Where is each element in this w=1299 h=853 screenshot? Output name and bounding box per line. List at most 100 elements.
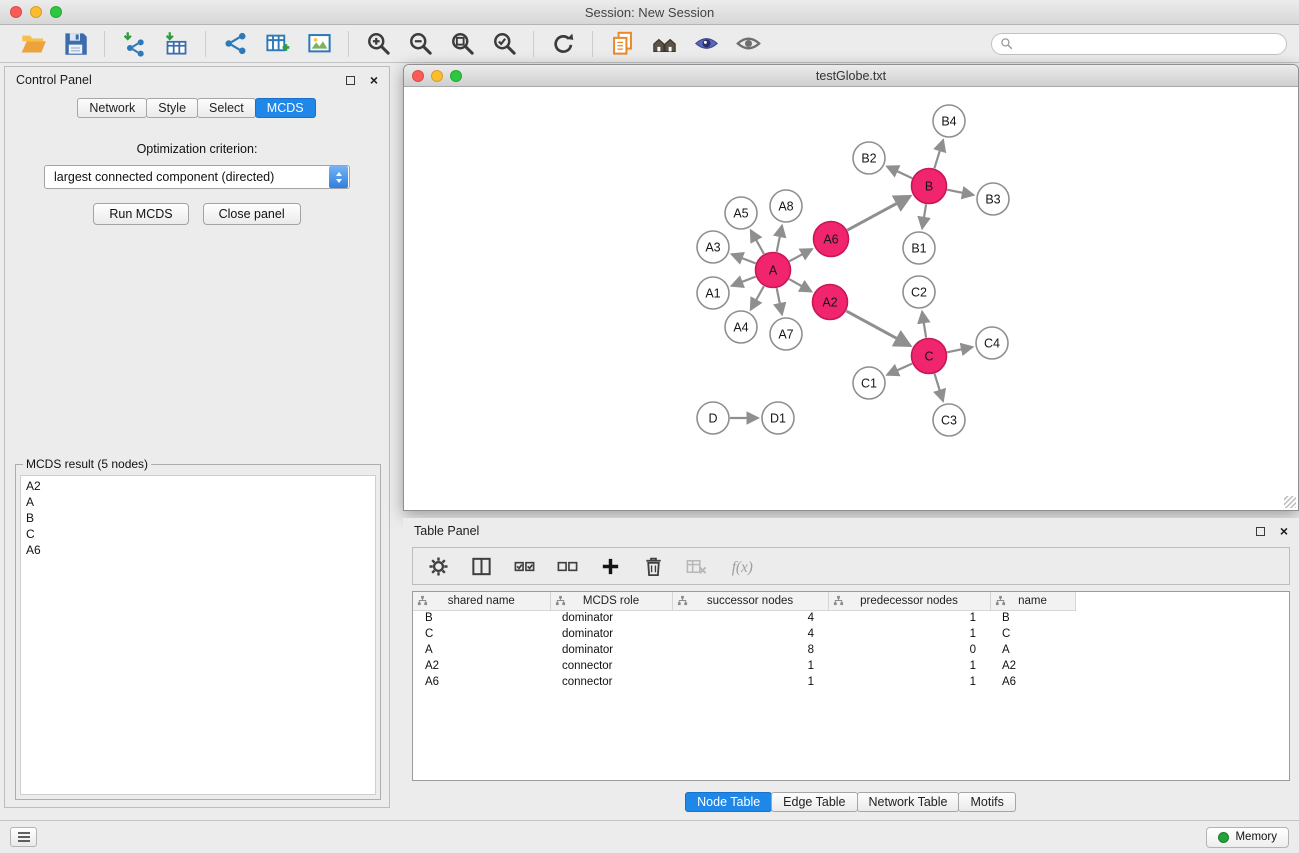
edge-A-A8[interactable] — [777, 226, 782, 252]
node-B3[interactable]: B3 — [977, 183, 1009, 215]
edge-B-B3[interactable] — [947, 190, 973, 195]
column-header-predecessor-nodes[interactable]: predecessor nodes — [828, 592, 990, 610]
node-B4[interactable]: B4 — [933, 105, 965, 137]
zoom-in-button[interactable] — [357, 28, 399, 60]
edge-B-B2[interactable] — [887, 167, 912, 179]
edge-A-A1[interactable] — [732, 277, 756, 286]
search-box[interactable] — [991, 33, 1287, 55]
node-C4[interactable]: C4 — [976, 327, 1008, 359]
zoom-fit-button[interactable] — [441, 28, 483, 60]
edge-A-A6[interactable] — [789, 249, 812, 261]
edge-A-A2[interactable] — [789, 279, 811, 291]
close-window-button[interactable] — [10, 6, 22, 18]
apply-style-button[interactable] — [685, 28, 727, 60]
close-panel-icon[interactable]: × — [370, 75, 378, 85]
refresh-network-button[interactable] — [542, 28, 584, 60]
zoom-window-button[interactable] — [50, 6, 62, 18]
column-header-shared-name[interactable]: shared name — [413, 592, 550, 610]
node-C1[interactable]: C1 — [853, 367, 885, 399]
optimization-criterion-select[interactable]: largest connected component (directed) — [44, 165, 350, 189]
column-header-mcds-role[interactable]: MCDS role — [550, 592, 672, 610]
node-A5[interactable]: A5 — [725, 197, 757, 229]
minimize-network-window-button[interactable] — [431, 70, 443, 82]
tab-network-table[interactable]: Network Table — [857, 792, 960, 812]
minimize-window-button[interactable] — [30, 6, 42, 18]
delete-row-button[interactable] — [640, 552, 666, 580]
add-row-button[interactable] — [597, 552, 623, 580]
tab-mcds[interactable]: MCDS — [255, 98, 316, 118]
export-image-button[interactable] — [298, 28, 340, 60]
close-panel-button[interactable]: Close panel — [203, 203, 301, 225]
tab-edge-table[interactable]: Edge Table — [771, 792, 857, 812]
float-table-panel-icon[interactable] — [1256, 527, 1265, 536]
node-A8[interactable]: A8 — [770, 190, 802, 222]
edge-B-B4[interactable] — [934, 140, 943, 168]
node-A2[interactable]: A2 — [813, 285, 848, 320]
save-session-button[interactable] — [54, 28, 96, 60]
node-D[interactable]: D — [697, 402, 729, 434]
column-header-name[interactable]: name — [990, 592, 1075, 610]
edge-A2-C[interactable] — [846, 311, 910, 346]
table-row[interactable]: Adominator80A — [413, 642, 1075, 658]
edge-A6-B[interactable] — [847, 196, 910, 230]
tab-network[interactable]: Network — [77, 98, 147, 118]
tab-style[interactable]: Style — [146, 98, 198, 118]
memory-button[interactable]: Memory — [1206, 827, 1289, 848]
new-network-button[interactable] — [214, 28, 256, 60]
table-row[interactable]: Cdominator41C — [413, 626, 1075, 642]
zoom-selected-button[interactable] — [483, 28, 525, 60]
edge-A-A4[interactable] — [751, 286, 764, 310]
new-table-button[interactable] — [256, 28, 298, 60]
float-panel-icon[interactable] — [346, 76, 355, 85]
edge-C-C3[interactable] — [935, 374, 944, 401]
node-A4[interactable]: A4 — [725, 311, 757, 343]
close-table-panel-icon[interactable]: × — [1280, 526, 1288, 536]
node-A7[interactable]: A7 — [770, 318, 802, 350]
node-C[interactable]: C — [912, 339, 947, 374]
import-table-from-file-button[interactable] — [155, 28, 197, 60]
network-home-button[interactable] — [643, 28, 685, 60]
network-canvas[interactable]: B4B2BB3A8A5A6A3B1AC2A1A2A4A7C4CC1C3DD1 — [405, 88, 1297, 509]
node-A6[interactable]: A6 — [814, 222, 849, 257]
open-file-button[interactable] — [12, 28, 54, 60]
run-mcds-button[interactable]: Run MCDS — [93, 203, 188, 225]
node-C2[interactable]: C2 — [903, 276, 935, 308]
node-C3[interactable]: C3 — [933, 404, 965, 436]
table-row[interactable]: A6connector11A6 — [413, 674, 1075, 690]
show-columns-button[interactable] — [468, 552, 494, 580]
edge-C-C1[interactable] — [887, 364, 912, 375]
tab-select[interactable]: Select — [197, 98, 256, 118]
edge-C-C2[interactable] — [922, 312, 926, 338]
node-A3[interactable]: A3 — [697, 231, 729, 263]
settings-button[interactable] — [425, 552, 451, 580]
node-B2[interactable]: B2 — [853, 142, 885, 174]
network-view-window[interactable]: testGlobe.txt B4B2BB3A8A5A6A3B1AC2A1A2A4… — [403, 64, 1299, 511]
edge-B-B1[interactable] — [922, 204, 926, 228]
tab-node-table[interactable]: Node Table — [685, 792, 772, 812]
edge-A-A3[interactable] — [732, 254, 756, 263]
zoom-out-button[interactable] — [399, 28, 441, 60]
node-table-container[interactable]: shared nameMCDS rolesuccessor nodesprede… — [412, 591, 1290, 781]
select-all-button[interactable] — [511, 552, 537, 580]
table-row[interactable]: A2connector11A2 — [413, 658, 1075, 674]
panel-menu-button[interactable] — [10, 827, 37, 847]
edge-A-A5[interactable] — [751, 230, 764, 254]
node-B1[interactable]: B1 — [903, 232, 935, 264]
node-B[interactable]: B — [912, 169, 947, 204]
edge-A-A7[interactable] — [777, 288, 782, 314]
resize-grip[interactable] — [1284, 496, 1296, 508]
network-window-titlebar[interactable]: testGlobe.txt — [404, 65, 1298, 87]
edge-C-C4[interactable] — [947, 347, 972, 352]
node-A1[interactable]: A1 — [697, 277, 729, 309]
show-graphics-details-button[interactable] — [727, 28, 769, 60]
tab-motifs[interactable]: Motifs — [958, 792, 1015, 812]
import-network-from-file-button[interactable] — [113, 28, 155, 60]
titlebar[interactable]: Session: New Session — [0, 0, 1299, 25]
mcds-result-list[interactable]: A2ABCA6 — [20, 475, 376, 795]
deselect-all-button[interactable] — [554, 552, 580, 580]
column-header-successor-nodes[interactable]: successor nodes — [672, 592, 828, 610]
open-recent-session-button[interactable] — [601, 28, 643, 60]
table-row[interactable]: Bdominator41B — [413, 610, 1075, 626]
search-input[interactable] — [1018, 37, 1278, 51]
close-network-window-button[interactable] — [412, 70, 424, 82]
